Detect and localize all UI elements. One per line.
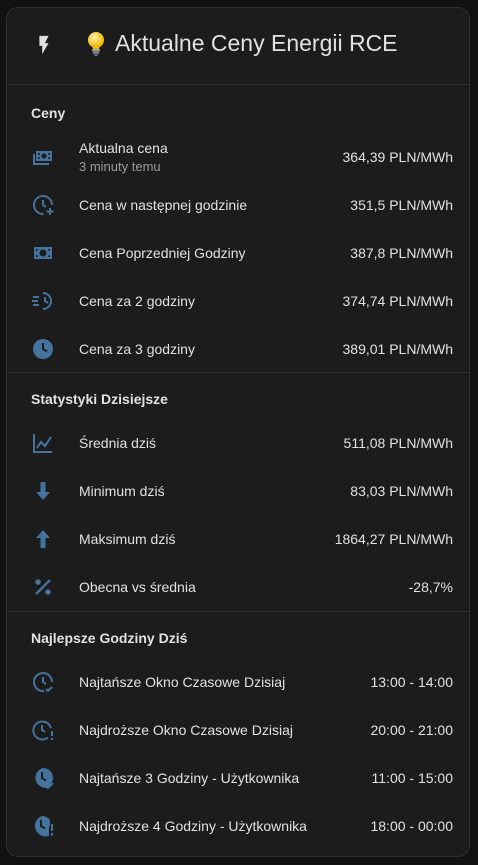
entity-value: 83,03 PLN/MWh	[350, 483, 453, 499]
energy-prices-card: Aktualne Ceny Energii RCE Ceny Aktualna …	[6, 7, 470, 857]
arrow-up-icon	[36, 530, 50, 548]
entity-label: Minimum dziś	[79, 483, 165, 499]
entity-row-current-price[interactable]: Aktualna cena 3 minuty temu 364,39 PLN/M…	[7, 133, 469, 181]
entity-row-current-vs-average[interactable]: Obecna vs średnia -28,7%	[7, 563, 469, 611]
clock-check-icon	[33, 672, 53, 693]
clock-alert-filled-icon	[34, 815, 54, 837]
entity-row-average-today[interactable]: Średnia dziś 511,08 PLN/MWh	[7, 419, 469, 467]
entity-label: Cena za 3 godziny	[79, 341, 195, 357]
card-title: Aktualne Ceny Energii RCE	[85, 30, 398, 57]
card-header: Aktualne Ceny Energii RCE	[7, 8, 469, 85]
card-title-text: Aktualne Ceny Energii RCE	[115, 30, 398, 56]
entity-value: -28,7%	[408, 579, 453, 595]
light-bulb-icon	[88, 31, 104, 56]
section-title: Ceny	[31, 105, 66, 121]
entity-value: 389,01 PLN/MWh	[342, 341, 454, 357]
arrow-down-icon	[36, 482, 50, 500]
entity-value: 387,8 PLN/MWh	[350, 245, 453, 261]
entity-value: 13:00 - 14:00	[370, 674, 453, 690]
section-best-hours: Najlepsze Godziny Dziś Najtańsze Okno Cz…	[7, 612, 469, 850]
cash-icon	[34, 247, 52, 259]
section-daily-stats: Statystyki Dzisiejsze Średnia dziś 511,0…	[7, 373, 469, 612]
section-prices: Ceny Aktualna cena 3 minuty temu 364,39 …	[7, 85, 469, 373]
entity-value: 511,08 PLN/MWh	[343, 435, 453, 451]
entity-label: Aktualna cena	[79, 140, 168, 156]
entity-value: 1864,27 PLN/MWh	[334, 531, 453, 547]
entity-value: 364,39 PLN/MWh	[342, 149, 454, 165]
section-title: Najlepsze Godziny Dziś	[31, 630, 188, 646]
entity-row-most-expensive-window[interactable]: Najdroższe Okno Czasowe Dzisiaj 20:00 - …	[7, 706, 469, 754]
entity-row-minimum-today[interactable]: Minimum dziś 83,03 PLN/MWh	[7, 467, 469, 515]
entity-row-cheapest-window[interactable]: Najtańsze Okno Czasowe Dzisiaj 13:00 - 1…	[7, 658, 469, 706]
entity-row-most-expensive-4-hours[interactable]: Najdroższe 4 Godziny - Użytkownika 18:00…	[7, 802, 469, 850]
clock-fast-icon	[32, 292, 52, 310]
entity-label: Najtańsze Okno Czasowe Dzisiaj	[79, 674, 286, 690]
entity-label: Cena w następnej godzinie	[79, 197, 248, 213]
entity-label: Najdroższe Okno Czasowe Dzisiaj	[79, 722, 293, 738]
clock-alert-icon	[32, 720, 53, 741]
entity-label: Obecna vs średnia	[79, 579, 196, 595]
entity-row-in-2-hours[interactable]: Cena za 2 godziny 374,74 PLN/MWh	[7, 277, 469, 325]
clock-plus-icon	[33, 195, 54, 216]
entity-row-cheapest-3-hours[interactable]: Najtańsze 3 Godziny - Użytkownika 11:00 …	[7, 754, 469, 802]
entity-row-next-hour[interactable]: Cena w następnej godzinie 351,5 PLN/MWh	[7, 181, 469, 229]
entity-label: Najtańsze 3 Godziny - Użytkownika	[79, 770, 300, 786]
clock-check-filled-icon	[35, 768, 54, 790]
entity-row-maximum-today[interactable]: Maksimum dziś 1864,27 PLN/MWh	[7, 515, 469, 563]
percent-icon	[35, 579, 51, 595]
entity-row-previous-hour[interactable]: Cena Poprzedniej Godziny 387,8 PLN/MWh	[7, 229, 469, 277]
entity-value: 20:00 - 21:00	[370, 722, 453, 738]
entity-label: Cena Poprzedniej Godziny	[79, 245, 246, 261]
chart-line-icon	[33, 434, 52, 453]
entity-label: Cena za 2 godziny	[79, 293, 195, 309]
cash-multiple-icon	[33, 151, 52, 165]
entity-label: Najdroższe 4 Godziny - Użytkownika	[79, 818, 307, 834]
entity-label: Średnia dziś	[79, 435, 157, 451]
entity-value: 374,74 PLN/MWh	[342, 293, 454, 309]
entity-value: 351,5 PLN/MWh	[350, 197, 453, 213]
entity-value: 11:00 - 15:00	[371, 770, 453, 786]
entity-label: Maksimum dziś	[79, 531, 176, 547]
entity-row-in-3-hours[interactable]: Cena za 3 godziny 389,01 PLN/MWh	[7, 325, 469, 373]
entity-last-updated: 3 minuty temu	[79, 159, 161, 174]
entity-value: 18:00 - 00:00	[370, 818, 453, 834]
flash-icon	[39, 35, 49, 55]
section-title: Statystyki Dzisiejsze	[31, 391, 168, 407]
clock-icon	[33, 339, 53, 359]
